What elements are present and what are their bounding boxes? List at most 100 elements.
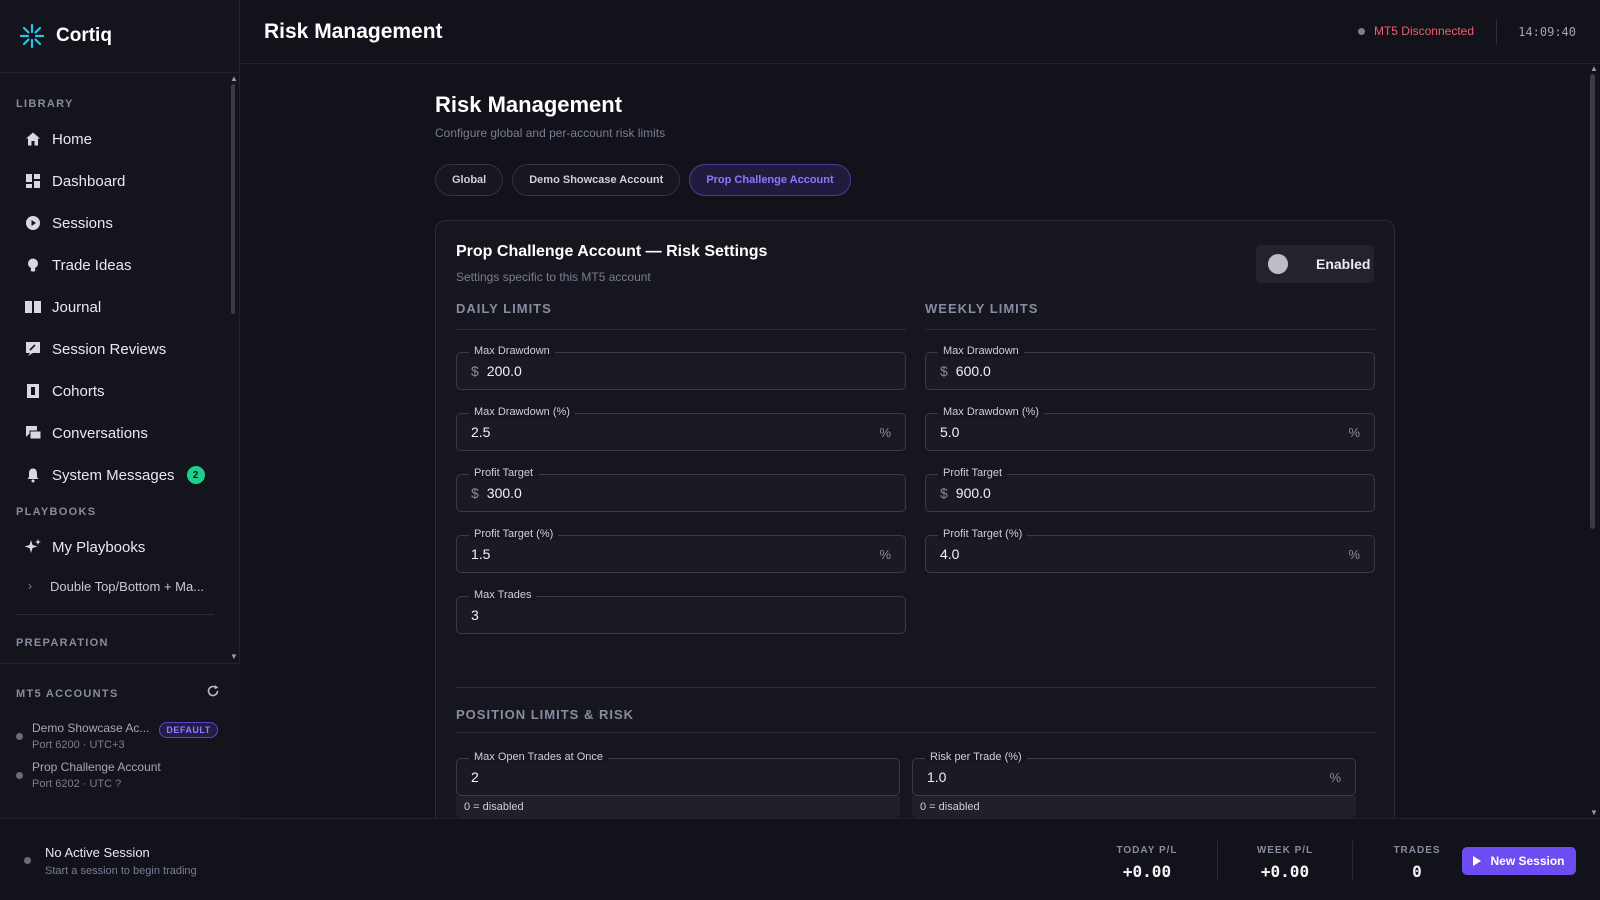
risk-per-trade-field[interactable]: Risk per Trade (%) 1.0 %: [912, 751, 1356, 796]
weekly-profit-target-field[interactable]: Profit Target $ 900.0: [925, 467, 1375, 512]
play-circle-icon: [24, 214, 42, 232]
scroll-up-icon[interactable]: ▲: [230, 74, 238, 83]
cohort-icon: [24, 382, 42, 400]
daily-profit-target-pct-field[interactable]: Profit Target (%) 1.5 %: [456, 528, 906, 573]
daily-limits: DAILY LIMITS Max Drawdown $ 200.0 Max Dr…: [456, 301, 906, 634]
lightbulb-icon: [24, 256, 42, 274]
field-label: Profit Target (%): [469, 528, 559, 540]
cortiq-logo-icon: [18, 22, 46, 50]
section-label-playbooks: PLAYBOOKS: [16, 506, 97, 518]
week-pl-stat: WEEK P/L +0.00: [1250, 845, 1320, 881]
scroll-down-icon[interactable]: ▼: [1590, 808, 1598, 817]
sidebar-item-sessions[interactable]: Sessions: [0, 202, 240, 244]
refresh-icon[interactable]: [206, 684, 220, 703]
daily-max-trades-field[interactable]: Max Trades 3: [456, 589, 906, 634]
playbook-item[interactable]: › Double Top/Bottom + Ma...: [0, 568, 240, 604]
sidebar-item-journal[interactable]: Journal: [0, 286, 240, 328]
scroll-down-icon[interactable]: ▼: [230, 652, 238, 661]
chevron-right-icon: ›: [28, 579, 32, 593]
sidebar-item-label: Journal: [52, 298, 102, 316]
field-value: 600.0: [955, 363, 991, 379]
system-messages-badge: 2: [186, 466, 205, 484]
account-name: Demo Showcase Ac...: [32, 721, 150, 735]
enabled-toggle[interactable]: Enabled: [1256, 245, 1374, 283]
new-session-label: New Session: [1490, 854, 1565, 868]
max-open-trades-field[interactable]: Max Open Trades at Once 2: [456, 751, 900, 796]
section-label-preparation: PREPARATION: [16, 637, 109, 649]
tab-global[interactable]: Global: [435, 164, 504, 196]
percent-suffix: %: [879, 424, 891, 440]
sidebar-item-label: Trade Ideas: [52, 256, 132, 274]
status-dot: [24, 857, 31, 864]
sidebar-item-cohorts[interactable]: Cohorts: [0, 370, 240, 412]
tab-demo-showcase-account[interactable]: Demo Showcase Account: [512, 164, 681, 196]
clock: 14:09:40: [1518, 25, 1576, 39]
field-label: Profit Target: [938, 467, 1008, 479]
field-label: Max Drawdown (%): [469, 406, 575, 418]
percent-suffix: %: [1348, 546, 1360, 562]
divider: [1217, 841, 1218, 881]
main-scrollbar[interactable]: [1590, 74, 1595, 529]
sidebar-item-label: Cohorts: [52, 382, 105, 400]
mt5-accounts-panel: MT5 ACCOUNTS Demo Showcase Ac... Port 62…: [0, 663, 240, 818]
section-title: Risk Management: [435, 92, 623, 117]
weekly-max-drawdown-field[interactable]: Max Drawdown $ 600.0: [925, 345, 1375, 390]
today-pl-stat: TODAY P/L +0.00: [1112, 845, 1182, 881]
field-value: 200.0: [486, 363, 522, 379]
tab-prop-challenge-account[interactable]: Prop Challenge Account: [689, 164, 851, 196]
toggle-knob: [1268, 254, 1288, 274]
stat-value: +0.00: [1260, 862, 1310, 881]
field-label: Profit Target: [469, 467, 539, 479]
sidebar-item-trade-ideas[interactable]: Trade Ideas: [0, 244, 240, 286]
divider: [1496, 20, 1497, 44]
page-title: Risk Management: [264, 19, 443, 43]
sidebar-item-my-playbooks[interactable]: My Playbooks: [0, 526, 240, 568]
status-dot: [16, 772, 23, 779]
account-tabs: Global Demo Showcase Account Prop Challe…: [435, 164, 1395, 196]
field-value: 5.0: [940, 424, 960, 440]
mt5-account-item[interactable]: Prop Challenge Account Port 6202 · UTC ?: [0, 760, 240, 790]
dollar-prefix: $: [471, 363, 479, 379]
field-label: Profit Target (%): [938, 528, 1028, 540]
rate-review-icon: [24, 340, 42, 358]
sidebar-scrollbar[interactable]: [231, 84, 235, 314]
daily-profit-target-field[interactable]: Profit Target $ 300.0: [456, 467, 906, 512]
new-session-button[interactable]: New Session: [1462, 847, 1576, 875]
sidebar-item-home[interactable]: Home: [0, 118, 240, 160]
dollar-prefix: $: [940, 363, 948, 379]
sidebar-item-conversations[interactable]: Conversations: [0, 412, 240, 454]
sidebar-item-label: Session Reviews: [52, 340, 167, 358]
sidebar-nav: LIBRARY Home Dashboard Sessions Trade Id…: [0, 73, 240, 663]
chat-icon: [24, 424, 42, 442]
scroll-up-icon[interactable]: ▲: [1590, 64, 1598, 73]
weekly-profit-target-pct-field[interactable]: Profit Target (%) 4.0 %: [925, 528, 1375, 573]
daily-max-drawdown-field[interactable]: Max Drawdown $ 200.0: [456, 345, 906, 390]
book-icon: [24, 298, 42, 316]
field-value: 2.5: [471, 424, 491, 440]
mt5-accounts-label: MT5 ACCOUNTS: [16, 687, 119, 700]
bell-icon: [24, 466, 42, 484]
sidebar-item-label: Dashboard: [52, 172, 126, 190]
sidebar-item-label: Home: [52, 130, 93, 148]
field-value: 2: [471, 769, 479, 785]
mt5-account-item[interactable]: Demo Showcase Ac... Port 6200 · UTC+3 DE…: [0, 721, 240, 751]
session-status: No Active Session Start a session to beg…: [24, 845, 197, 877]
card-subtitle: Settings specific to this MT5 account: [456, 270, 651, 284]
sidebar-item-label: Sessions: [52, 214, 113, 232]
card-title: Prop Challenge Account — Risk Settings: [456, 243, 768, 260]
sidebar-item-label: My Playbooks: [52, 538, 146, 556]
sidebar-item-system-messages[interactable]: System Messages 2: [0, 454, 240, 496]
sidebar-item-dashboard[interactable]: Dashboard: [0, 160, 240, 202]
trades-stat: TRADES 0: [1387, 845, 1447, 881]
sidebar-item-session-reviews[interactable]: Session Reviews: [0, 328, 240, 370]
field-label: Max Drawdown (%): [938, 406, 1044, 418]
field-value: 3: [471, 607, 479, 623]
helper-text: 0 = disabled: [456, 796, 900, 818]
field-value: 1.0: [927, 769, 947, 785]
brand[interactable]: Cortiq: [0, 0, 239, 73]
weekly-max-drawdown-pct-field[interactable]: Max Drawdown (%) 5.0 %: [925, 406, 1375, 451]
account-port: Port 6200 · UTC+3: [32, 739, 125, 751]
dollar-prefix: $: [471, 485, 479, 501]
section-subtitle: Configure global and per-account risk li…: [435, 126, 666, 140]
daily-max-drawdown-pct-field[interactable]: Max Drawdown (%) 2.5 %: [456, 406, 906, 451]
